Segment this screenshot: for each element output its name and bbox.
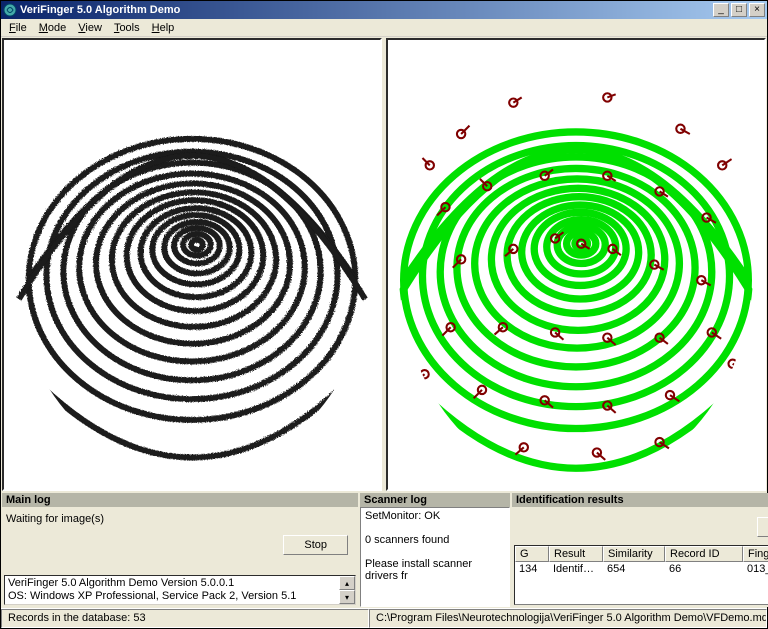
status-path: C:\Program Files\Neurotechnologija\VeriF…: [369, 609, 767, 628]
table-row[interactable]: 134 Identif… 654 66 013_8_1: [515, 562, 768, 576]
menu-mode[interactable]: Mode: [33, 21, 73, 35]
fingerprint-original-icon: [4, 40, 380, 489]
scroll-up-icon[interactable]: ▴: [339, 576, 355, 590]
scroll-down-icon[interactable]: ▾: [339, 590, 355, 604]
identification-results-header: Identification results: [512, 493, 768, 507]
titlebar[interactable]: VeriFinger 5.0 Algorithm Demo _ □ ×: [1, 1, 767, 19]
main-log-listbox[interactable]: VeriFinger 5.0 Algorithm Demo Version 5.…: [4, 575, 356, 605]
scanner-log-panel: Scanner log SetMonitor: OK 0 scanners fo…: [360, 493, 510, 607]
fingerprint-skeleton-icon: [388, 40, 764, 489]
bottom-panels: Main log Waiting for image(s) Stop VeriF…: [2, 493, 766, 607]
identification-results-panel: Identification results Stop G Result Sim…: [512, 493, 768, 607]
menubar: File Mode View Tools Help: [1, 19, 767, 37]
list-item[interactable]: OS: Windows XP Professional, Service Pac…: [8, 590, 352, 603]
identification-table[interactable]: G Result Similarity Record ID Finger ID …: [514, 545, 768, 605]
identification-stop-button[interactable]: Stop: [757, 517, 768, 537]
client-area: Main log Waiting for image(s) Stop VeriF…: [1, 37, 767, 608]
menu-file[interactable]: File: [3, 21, 33, 35]
fingerprint-skeleton-panel[interactable]: [386, 38, 766, 491]
scanner-log-text[interactable]: SetMonitor: OK 0 scanners found Please i…: [360, 507, 510, 607]
statusbar: Records in the database: 53 C:\Program F…: [1, 608, 767, 628]
minimize-button[interactable]: _: [713, 3, 729, 17]
main-log-panel: Main log Waiting for image(s) Stop VeriF…: [2, 493, 358, 607]
app-window: VeriFinger 5.0 Algorithm Demo _ □ × File…: [0, 0, 768, 629]
menu-tools[interactable]: Tools: [108, 21, 146, 35]
window-title: VeriFinger 5.0 Algorithm Demo: [20, 4, 713, 16]
menu-view[interactable]: View: [72, 21, 108, 35]
menu-help[interactable]: Help: [146, 21, 181, 35]
status-records: Records in the database: 53: [1, 609, 369, 628]
main-log-stop-button[interactable]: Stop: [283, 535, 348, 555]
col-record-id[interactable]: Record ID: [665, 546, 743, 562]
col-finger-id[interactable]: Finger ID: [743, 546, 768, 562]
scrollbar[interactable]: ▴ ▾: [339, 576, 355, 604]
fingerprint-original-panel[interactable]: [2, 38, 382, 491]
scanner-log-header: Scanner log: [360, 493, 510, 507]
col-similarity[interactable]: Similarity: [603, 546, 665, 562]
main-log-header: Main log: [2, 493, 358, 507]
app-icon: [3, 3, 17, 17]
table-header-row: G Result Similarity Record ID Finger ID: [515, 546, 768, 562]
close-button[interactable]: ×: [749, 3, 765, 17]
fingerprint-area: [2, 38, 766, 491]
col-result[interactable]: Result: [549, 546, 603, 562]
list-item[interactable]: VeriFinger 5.0 Algorithm Demo Version 5.…: [8, 577, 352, 590]
col-g[interactable]: G: [515, 546, 549, 562]
main-log-status: Waiting for image(s): [4, 509, 356, 529]
maximize-button[interactable]: □: [731, 3, 747, 17]
